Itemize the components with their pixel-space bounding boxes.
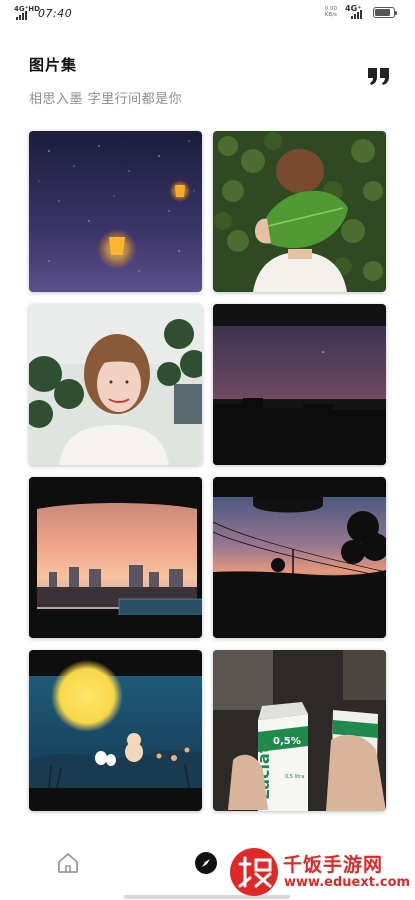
- gallery-image-sunset-power-lines[interactable]: [213, 477, 386, 638]
- status-left: 4G⁺HD 07:40: [14, 5, 73, 20]
- page-title: 图片集: [29, 56, 78, 74]
- gallery-image-girl-leaf[interactable]: [213, 131, 386, 292]
- signal-icon: 4G⁺HD: [14, 5, 40, 20]
- moon-rabbits-image: [29, 650, 202, 811]
- gallery-image-sunset-car-window[interactable]: [29, 477, 202, 638]
- clock: 07:40: [38, 6, 73, 20]
- girl-leaf-image: [213, 131, 386, 292]
- milk-percent-label: 0,5%: [273, 736, 301, 747]
- watermark-logo-icon: [230, 848, 278, 896]
- gallery-image-milk-cartons[interactable]: 0,5% Łaciate 0,5 litra: [213, 650, 386, 811]
- compass-icon[interactable]: [193, 850, 219, 876]
- gallery-image-sky-lanterns[interactable]: [29, 131, 202, 292]
- network-speed-unit: KB/s: [324, 12, 337, 18]
- sunset-car-window-image: [29, 477, 202, 638]
- battery-icon: [373, 6, 397, 18]
- home-icon[interactable]: [55, 850, 81, 876]
- smiling-girl-image: [29, 304, 202, 465]
- signal-icon-right: 4G⁺: [345, 4, 365, 19]
- gallery-image-moon-rabbits[interactable]: [29, 650, 202, 811]
- status-right: 0.00 KB/s 4G⁺: [325, 4, 397, 19]
- status-bar: 4G⁺HD 07:40 0.00 KB/s 4G⁺: [0, 0, 415, 32]
- quote-icon[interactable]: [366, 65, 392, 87]
- milk-volume-label: 0,5 litra: [285, 774, 304, 780]
- image-gallery: 0,5% Łaciate 0,5 litra: [29, 131, 386, 811]
- sky-lanterns-image: [29, 131, 202, 292]
- watermark-url: www.eduext.com: [284, 875, 411, 890]
- gallery-image-dusk-skyline[interactable]: [213, 304, 386, 465]
- sunset-power-lines-image: [213, 477, 386, 638]
- watermark-text: 千饭手游网: [283, 854, 384, 876]
- gallery-image-smiling-girl[interactable]: [29, 304, 202, 465]
- page-subtitle: 相思入墨 字里行间都是你: [29, 92, 183, 107]
- site-watermark: 千饭手游网 www.eduext.com: [226, 846, 412, 898]
- network-speed: 0.00 KB/s: [325, 6, 337, 18]
- battery-fill: [375, 8, 390, 16]
- dusk-skyline-image: [213, 304, 386, 465]
- milk-cartons-image: 0,5% Łaciate 0,5 litra: [213, 650, 386, 811]
